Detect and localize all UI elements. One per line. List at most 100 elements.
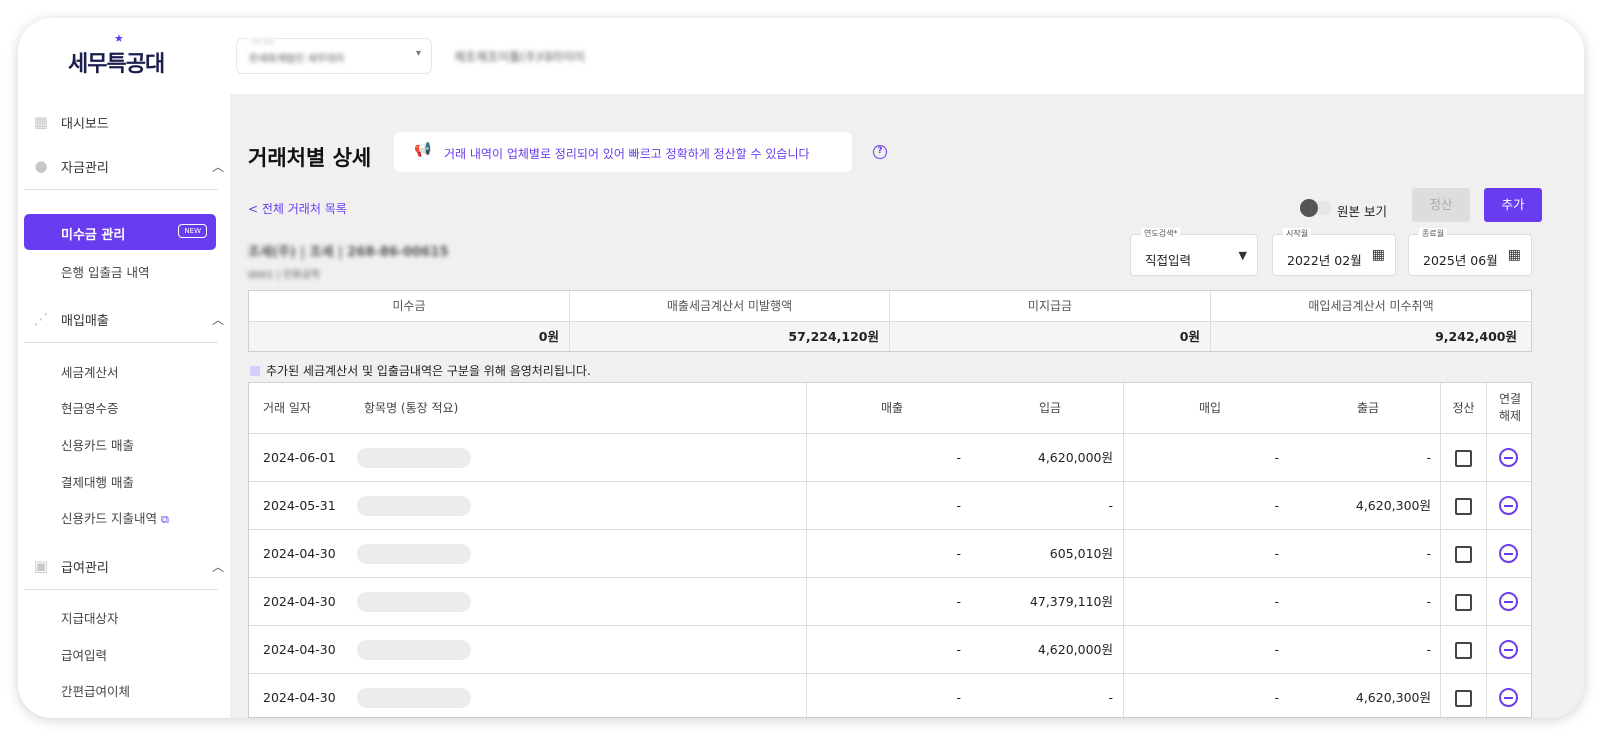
business-select-value: 한세회계법인 세무대리 — [249, 54, 345, 65]
transactions-table: 거래 일자 항목명 (통장 적요) 매출 입금 매입 출금 정산 연결 해제 2… — [248, 382, 1532, 718]
row-deposit: 4,620,000원 — [1037, 642, 1113, 657]
summary-value: 0원 — [249, 321, 570, 351]
header-purchase: 매입 — [1198, 401, 1222, 415]
divider — [24, 342, 218, 343]
sidebar-item-label: 신용카드 지출내역 — [61, 511, 157, 526]
unlink-minus-icon[interactable] — [1499, 640, 1518, 659]
table-row[interactable]: 2024-04-30 - 605,010원 - - — [249, 529, 1531, 577]
table-row[interactable]: 2024-05-31 - - - 4,620,300원 — [249, 481, 1531, 529]
business-select-label: 나의 상호 — [247, 37, 277, 46]
table-row[interactable]: 2024-04-30 - - - 4,620,300원 — [249, 673, 1531, 717]
sidebar-item-card-sales[interactable]: 신용카드 매출 — [61, 435, 134, 454]
row-date: 2024-04-30 — [263, 546, 336, 561]
unlink-minus-icon[interactable] — [1499, 448, 1518, 467]
chevron-up-icon[interactable]: ︿ — [212, 158, 224, 175]
settle-checkbox[interactable] — [1455, 690, 1472, 707]
row-sales: - — [956, 642, 961, 657]
row-date: 2024-05-31 — [263, 498, 336, 513]
dashboard-icon: ▦ — [33, 113, 49, 131]
settle-checkbox[interactable] — [1455, 546, 1472, 563]
sidebar-item-tax-invoices[interactable]: 세금계산서 — [61, 362, 119, 381]
original-view-toggle[interactable] — [1300, 199, 1332, 217]
table-row[interactable]: 2024-06-01 - 4,620,000원 - - — [249, 433, 1531, 481]
sidebar-item-receivables[interactable]: 미수금 관리 NEW — [24, 214, 216, 250]
divider — [24, 189, 218, 190]
redacted-item-name — [357, 592, 471, 612]
unlink-minus-icon[interactable] — [1499, 688, 1518, 707]
sparkle-chart-icon: ⋰ — [33, 310, 49, 328]
add-button[interactable]: 추가 — [1484, 188, 1542, 222]
row-deposit: 4,620,000원 — [1037, 450, 1113, 465]
row-purchase: - — [1274, 498, 1279, 513]
row-withdraw: 4,620,300원 — [1355, 498, 1431, 513]
row-purchase: - — [1274, 594, 1279, 609]
row-withdraw: 4,620,300원 — [1355, 690, 1431, 705]
start-month-field[interactable]: 시작월 2022년 02월 ▦ — [1272, 228, 1396, 276]
summary-value: 57,224,120원 — [570, 321, 890, 351]
sidebar-item-payroll[interactable]: ▣ 급여관리 ︿ — [18, 548, 230, 584]
row-withdraw: - — [1426, 450, 1431, 465]
sidebar-item-easy-transfer[interactable]: 간편급여이체 — [61, 681, 130, 700]
sidebar-item-cash-receipts[interactable]: 현금영수증 — [61, 398, 119, 417]
header-date: 거래 일자 — [263, 401, 311, 415]
field-label: 시작월 — [1283, 228, 1312, 239]
row-sales: - — [956, 594, 961, 609]
chevron-down-icon: ▾ — [415, 48, 421, 59]
sidebar-item-pg-sales[interactable]: 결제대행 매출 — [61, 472, 134, 491]
row-purchase: - — [1274, 690, 1279, 705]
original-view-label: 원본 보기 — [1337, 204, 1387, 219]
row-sales: - — [956, 690, 961, 705]
sidebar-item-funds[interactable]: ● 자금관리 ︿ — [18, 148, 230, 184]
table-row[interactable]: 2024-04-30 - 4,620,000원 - - — [249, 625, 1531, 673]
year-search-select[interactable]: 연도검색* 직접입력 ▼ — [1130, 228, 1258, 276]
row-date: 2024-04-30 — [263, 594, 336, 609]
wallet-icon: ▣ — [33, 557, 49, 575]
business-select[interactable]: 나의 상호 한세회계법인 세무대리 ▾ — [236, 37, 432, 74]
calendar-icon[interactable]: ▦ — [1508, 247, 1521, 263]
sidebar-item-bank-transactions[interactable]: 은행 입출금 내역 — [61, 262, 149, 281]
header-withdraw: 출금 — [1356, 401, 1380, 415]
unlink-minus-icon[interactable] — [1499, 544, 1518, 563]
sidebar-item-label: 미수금 관리 — [61, 228, 126, 243]
row-sales: - — [956, 498, 961, 513]
sidebar-item-dashboard[interactable]: ▦ 대시보드 — [18, 104, 230, 140]
settle-checkbox[interactable] — [1455, 498, 1472, 515]
chevron-up-icon[interactable]: ︿ — [212, 311, 224, 328]
new-badge: NEW — [178, 224, 207, 238]
row-withdraw: - — [1426, 594, 1431, 609]
row-purchase: - — [1274, 450, 1279, 465]
settle-checkbox[interactable] — [1455, 642, 1472, 659]
field-value: 2022년 02월 — [1287, 253, 1362, 268]
row-deposit: 47,379,110원 — [1029, 594, 1113, 609]
sidebar-item-payees[interactable]: 지급대상자 — [61, 608, 119, 627]
header-deposit: 입금 — [1038, 401, 1062, 415]
business-info: 제조제조이틀(주)대리이이 — [454, 50, 585, 64]
header-unlink-line1: 연결 — [1498, 392, 1522, 406]
dropdown-arrow-icon: ▼ — [1238, 249, 1247, 262]
row-purchase: - — [1274, 642, 1279, 657]
logo[interactable]: ★ 세무특공대 — [68, 32, 165, 78]
end-month-field[interactable]: 종료월 2025년 06월 ▦ — [1408, 228, 1532, 276]
settle-checkbox[interactable] — [1455, 594, 1472, 611]
back-to-list-link[interactable]: < 전체 거래처 목록 — [248, 200, 347, 217]
help-icon[interactable]: ? — [873, 145, 887, 159]
redacted-item-name — [357, 688, 471, 708]
unlink-minus-icon[interactable] — [1499, 592, 1518, 611]
field-label: 종료월 — [1419, 228, 1448, 239]
header-sales: 매출 — [880, 401, 904, 415]
settle-button[interactable]: 정산 — [1412, 188, 1470, 222]
row-deposit: - — [1108, 690, 1113, 705]
settle-checkbox[interactable] — [1455, 450, 1472, 467]
sidebar-item-label: 대시보드 — [61, 116, 109, 132]
chevron-up-icon[interactable]: ︿ — [212, 558, 224, 575]
unlink-minus-icon[interactable] — [1499, 496, 1518, 515]
piggy-bank-icon: ● — [34, 157, 48, 175]
table-row[interactable]: 2024-04-30 - 47,379,110원 - - — [249, 577, 1531, 625]
sidebar-item-label: 매입매출 — [61, 313, 109, 329]
logo-star-icon: ★ — [114, 32, 124, 45]
sidebar-item-card-expenses[interactable]: 신용카드 지출내역 ⧉ — [61, 508, 169, 527]
toggle-knob — [1300, 199, 1318, 217]
sidebar-item-sales-purchases[interactable]: ⋰ 매입매출 ︿ — [18, 301, 230, 337]
sidebar-item-payroll-input[interactable]: 급여입력 — [61, 645, 107, 664]
calendar-icon[interactable]: ▦ — [1372, 247, 1385, 263]
